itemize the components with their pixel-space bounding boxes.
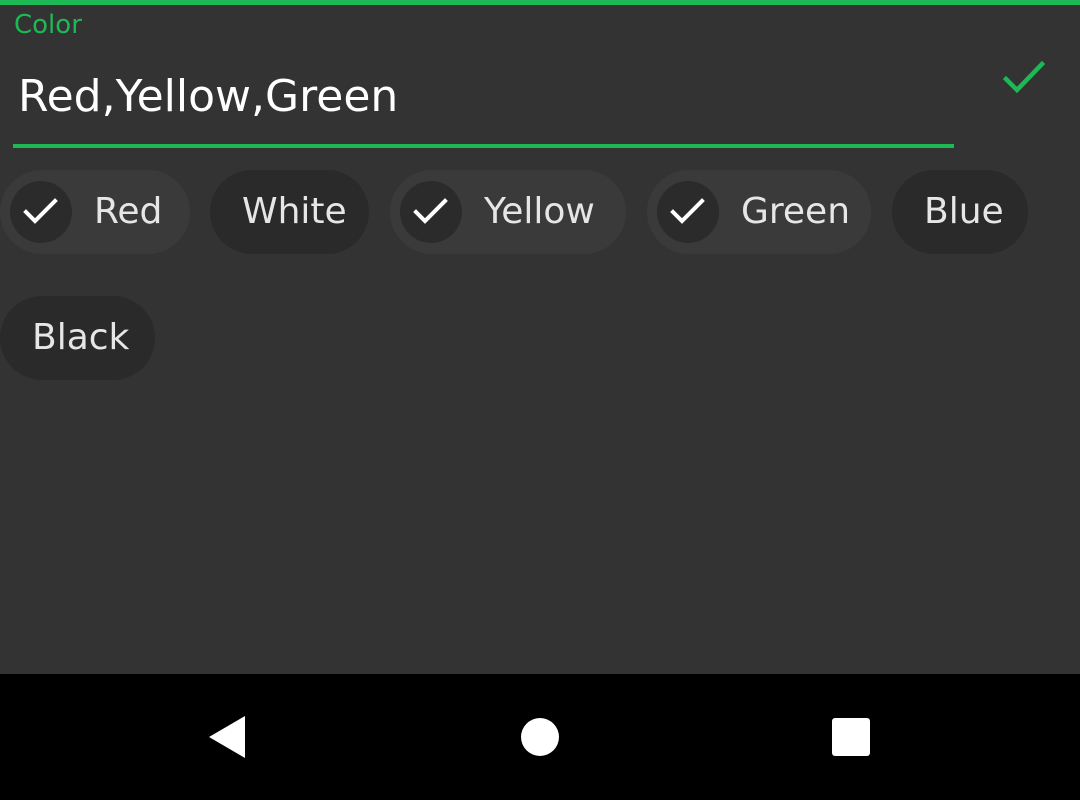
- chip-white[interactable]: White: [210, 170, 369, 254]
- chip-red[interactable]: Red: [0, 170, 190, 254]
- chip-label: Red: [94, 191, 163, 232]
- nav-back-button[interactable]: [184, 694, 270, 780]
- confirm-button[interactable]: [992, 50, 1056, 106]
- color-picker-screen: Color Red White Yellow Gr: [0, 0, 1080, 674]
- field-underline: [13, 144, 954, 148]
- chip-check-circle: [10, 181, 72, 243]
- check-icon: [413, 198, 448, 224]
- chip-label: White: [242, 191, 347, 232]
- check-icon: [23, 198, 58, 224]
- color-input[interactable]: [18, 66, 938, 128]
- field-label: Color: [14, 10, 82, 40]
- chip-yellow[interactable]: Yellow: [390, 170, 626, 254]
- chip-black[interactable]: Black: [0, 296, 155, 380]
- home-circle-icon: [521, 718, 559, 756]
- chip-label: Yellow: [484, 191, 595, 232]
- chip-green[interactable]: Green: [647, 170, 871, 254]
- chip-label: Black: [32, 317, 130, 358]
- check-icon: [1002, 60, 1046, 94]
- check-icon: [670, 198, 705, 224]
- system-nav-bar: [0, 674, 1080, 800]
- chip-blue[interactable]: Blue: [892, 170, 1028, 254]
- nav-home-button[interactable]: [497, 694, 583, 780]
- top-accent-line: [0, 0, 1080, 5]
- nav-recents-button[interactable]: [808, 694, 894, 780]
- chip-check-circle: [657, 181, 719, 243]
- back-triangle-icon: [209, 716, 245, 758]
- chip-label: Blue: [924, 191, 1004, 232]
- chip-check-circle: [400, 181, 462, 243]
- recents-square-icon: [832, 718, 870, 756]
- chip-label: Green: [741, 191, 851, 232]
